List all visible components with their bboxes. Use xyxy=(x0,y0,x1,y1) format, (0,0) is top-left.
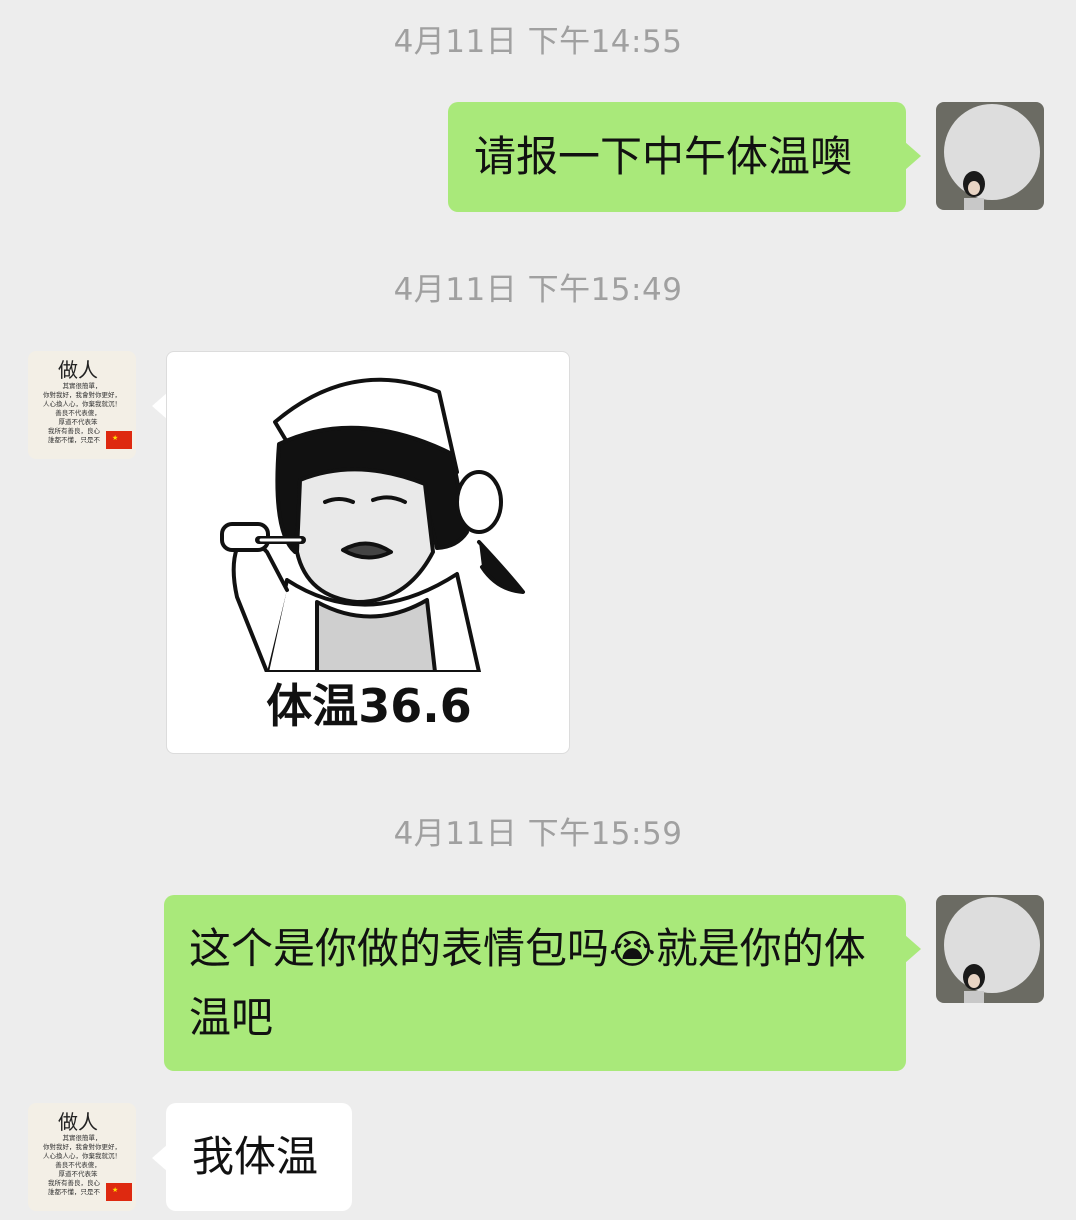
sticker-girl-thermometer-image xyxy=(220,377,525,674)
svg-text:你對我好，我會對你更好，: 你對我好，我會對你更好， xyxy=(43,1142,121,1151)
sticker-caption: 体温36.6 xyxy=(266,679,472,733)
message-text: 我体温 xyxy=(192,1132,319,1181)
svg-text:善良不代表傻，: 善良不代表傻， xyxy=(55,408,101,417)
flag-icon xyxy=(106,1183,132,1201)
svg-text:★: ★ xyxy=(112,1186,118,1194)
timestamp: 4月11日 下午15:49 xyxy=(393,272,683,308)
my-avatar[interactable] xyxy=(936,895,1044,1003)
svg-text:厚道不代表笨: 厚道不代表笨 xyxy=(59,417,99,426)
svg-text:你對我好，我會對你更好，: 你對我好，我會對你更好， xyxy=(43,390,121,399)
svg-text:我所有善良，良心: 我所有善良，良心 xyxy=(48,426,101,435)
flag-icon xyxy=(106,431,132,449)
my-avatar[interactable] xyxy=(936,102,1044,210)
bubble-tail xyxy=(905,935,921,963)
avatar-title: 做人 xyxy=(58,1110,98,1134)
sticker-message[interactable]: 体温36.6 xyxy=(166,351,570,754)
svg-text:人心換人心，你棄我就沉！: 人心換人心，你棄我就沉！ xyxy=(43,1151,121,1160)
crying-laughing-emoji-icon: 😭 xyxy=(609,927,656,973)
bubble-tail xyxy=(905,142,921,170)
message-bubble[interactable]: 请报一下中午体温噢 xyxy=(448,102,906,212)
svg-text:我所有善良，良心: 我所有善良，良心 xyxy=(48,1178,101,1187)
contact-avatar[interactable]: 做人 其實很簡單， 你對我好，我會對你更好， 人心換人心，你棄我就沉！ 善良不代… xyxy=(28,1103,136,1211)
contact-avatar[interactable]: 做人 其實很簡單， 你對我好，我會對你更好， 人心換人心，你棄我就沉！ 善良不代… xyxy=(28,351,136,459)
message-bubble[interactable]: 这个是你做的表情包吗😭就是你的体温吧 xyxy=(164,895,906,1071)
svg-text:善良不代表傻，: 善良不代表傻， xyxy=(55,1160,101,1169)
svg-text:其實很簡單，: 其實很簡單， xyxy=(63,1133,102,1142)
avatar-title: 做人 xyxy=(58,358,98,382)
timestamp: 4月11日 下午15:59 xyxy=(393,816,683,852)
svg-text:★: ★ xyxy=(112,434,118,442)
svg-text:其實很簡單，: 其實很簡單， xyxy=(63,381,102,390)
timestamp: 4月11日 下午14:55 xyxy=(393,24,683,60)
svg-text:人心換人心，你棄我就沉！: 人心換人心，你棄我就沉！ xyxy=(43,399,121,408)
message-text: 请报一下中午体温噢 xyxy=(474,132,853,181)
svg-text:誰都不懂，只是不: 誰都不懂，只是不 xyxy=(48,1187,101,1196)
svg-text:誰都不懂，只是不: 誰都不懂，只是不 xyxy=(48,435,101,444)
svg-text:厚道不代表笨: 厚道不代表笨 xyxy=(59,1169,99,1178)
message-bubble[interactable]: 我体温 xyxy=(166,1103,352,1211)
message-text: 这个是你做的表情包吗 xyxy=(189,924,610,973)
